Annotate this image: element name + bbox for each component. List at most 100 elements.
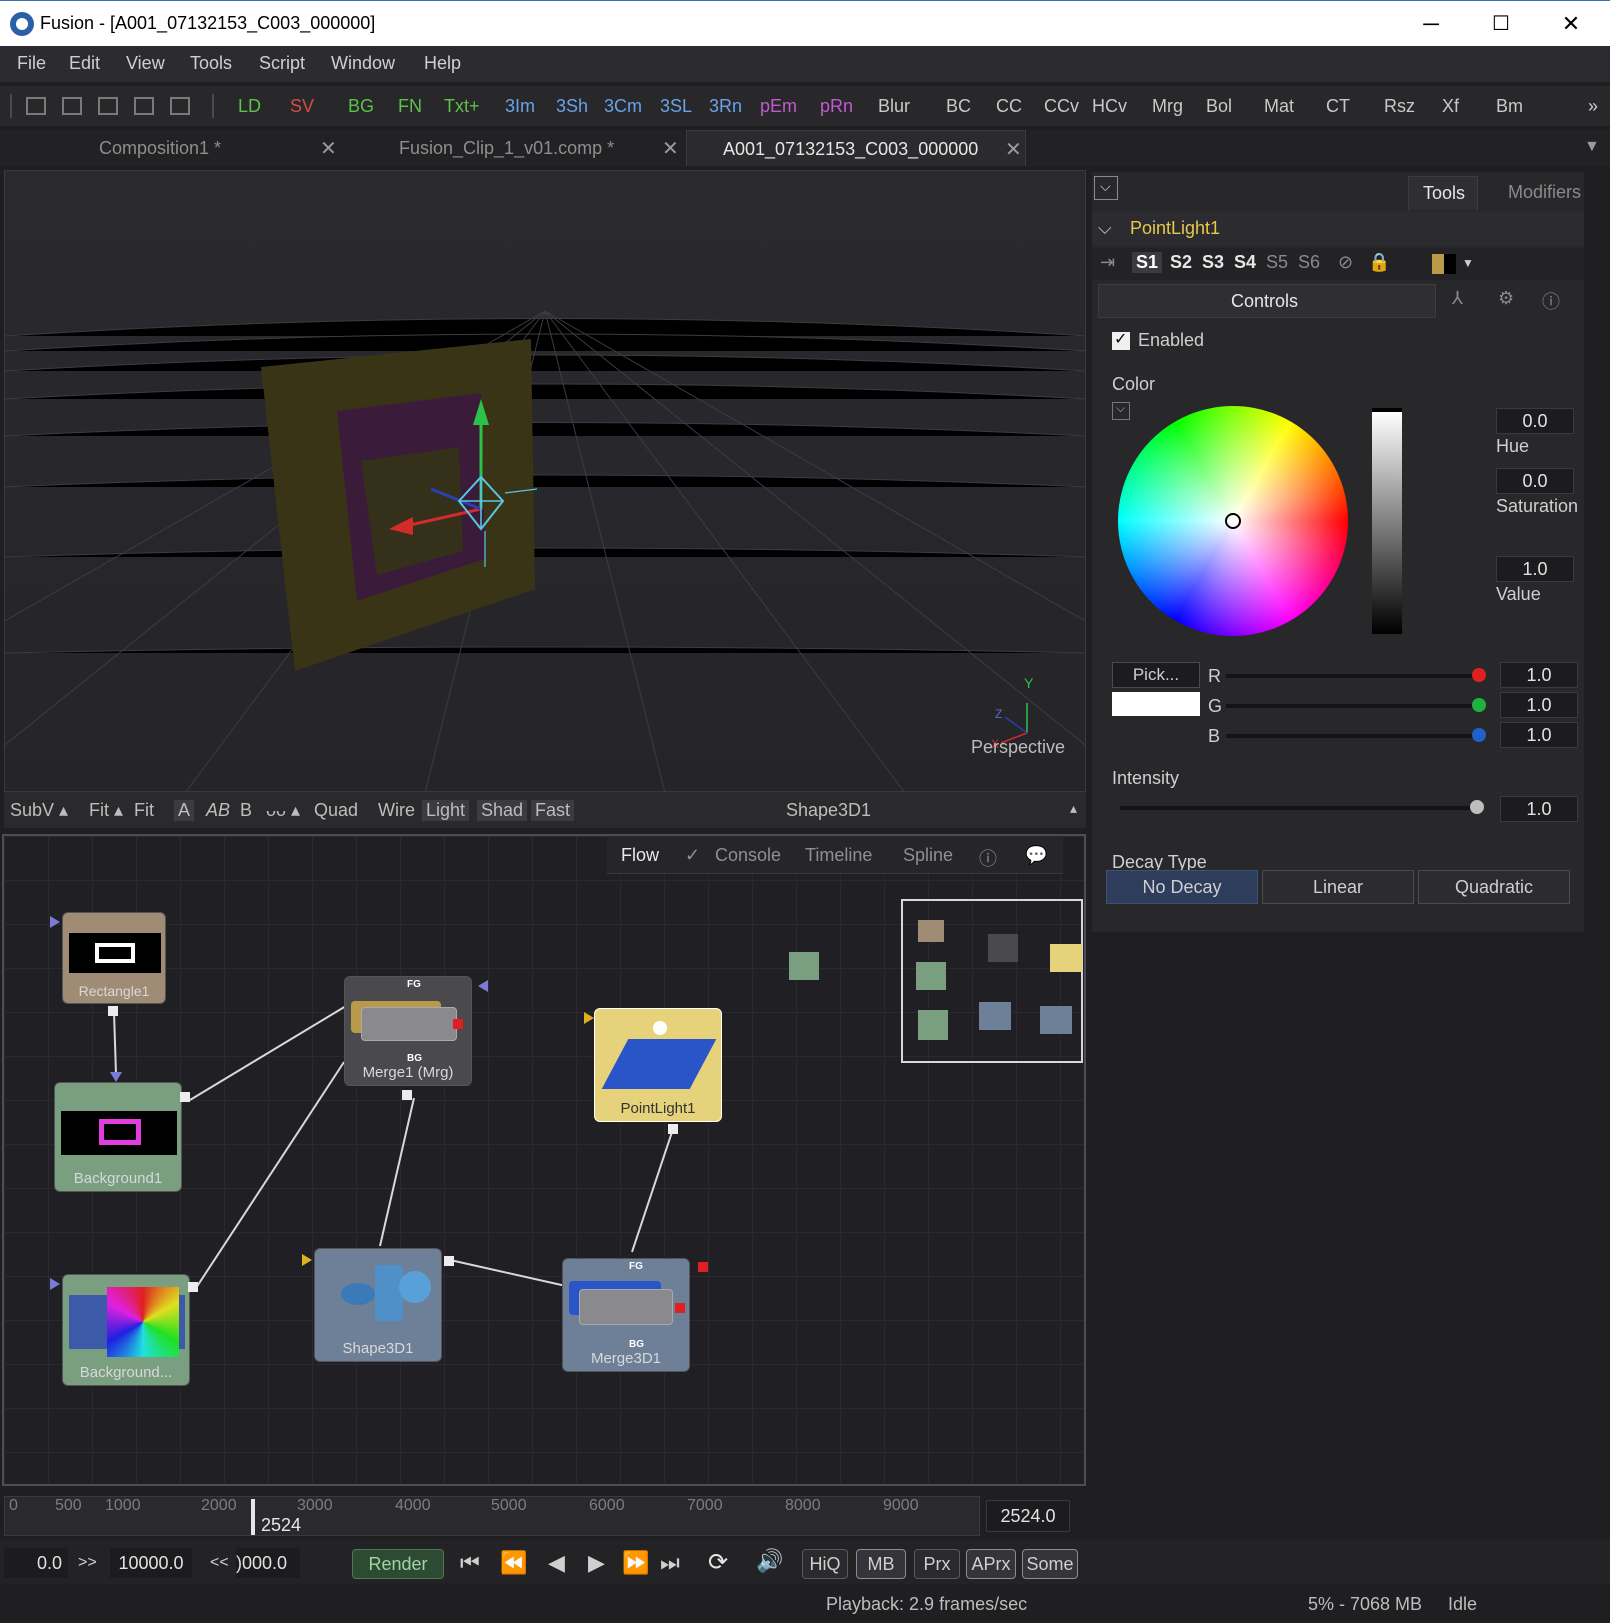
menu-window[interactable]: Window bbox=[331, 53, 395, 74]
tool-particle-emitter-button[interactable]: pEm bbox=[760, 96, 797, 117]
decay-no-decay-button[interactable]: No Decay bbox=[1106, 870, 1258, 904]
step-back-icon[interactable]: ⏪ bbox=[500, 1550, 527, 1576]
quad-button[interactable]: Quad bbox=[314, 800, 358, 821]
render-button[interactable]: Render bbox=[352, 1549, 444, 1579]
tool-brightness-contrast-button[interactable]: BC bbox=[946, 96, 971, 117]
node-merge3d1[interactable]: FG BG Merge3D1 bbox=[562, 1258, 690, 1372]
r-slider-handle[interactable] bbox=[1472, 668, 1486, 682]
hue-input[interactable]: 0.0 bbox=[1496, 408, 1574, 434]
current-time-input[interactable]: 2524.0 bbox=[986, 1500, 1070, 1532]
node-shape3d1[interactable]: Shape3D1 bbox=[314, 1248, 442, 1362]
some-button[interactable]: Some bbox=[1022, 1549, 1078, 1579]
mask-input-icon[interactable] bbox=[50, 1278, 60, 1290]
global-end-input[interactable]: )000.0 bbox=[236, 1548, 300, 1578]
tool-camera-3d-button[interactable]: 3Cm bbox=[604, 96, 642, 117]
global-start-input[interactable]: 0.0 bbox=[4, 1548, 68, 1578]
aprx-button[interactable]: APrx bbox=[966, 1549, 1016, 1579]
saturation-input[interactable]: 0.0 bbox=[1496, 468, 1574, 494]
3d-axis-icon[interactable]: ⅄ bbox=[1452, 288, 1463, 309]
minimize-button[interactable]: ─ bbox=[1406, 9, 1456, 39]
menu-view[interactable]: View bbox=[126, 53, 165, 74]
tool-transform-button[interactable]: Xf bbox=[1442, 96, 1459, 117]
global-end-button[interactable]: << bbox=[210, 1554, 229, 1572]
menu-edit[interactable]: Edit bbox=[69, 53, 100, 74]
3d-viewer[interactable]: Y X Z Perspective bbox=[4, 170, 1086, 792]
tool-matte-control-button[interactable]: Mat bbox=[1264, 96, 1294, 117]
slot-s5[interactable]: S5 bbox=[1266, 252, 1288, 273]
intensity-input[interactable]: 1.0 bbox=[1500, 796, 1578, 822]
fast-button[interactable]: Fast bbox=[531, 800, 575, 821]
slot-s3[interactable]: S3 bbox=[1202, 252, 1224, 273]
output-port[interactable] bbox=[108, 1006, 118, 1016]
output-port[interactable] bbox=[188, 1282, 198, 1292]
hiq-button[interactable]: HiQ bbox=[802, 1549, 848, 1579]
tab-timeline[interactable]: Timeline bbox=[805, 845, 872, 866]
tool-saver-button[interactable]: SV bbox=[290, 96, 314, 117]
tab-tools[interactable]: Tools bbox=[1408, 176, 1478, 210]
pin-icon[interactable]: ⇥ bbox=[1100, 252, 1115, 273]
output-port[interactable] bbox=[444, 1256, 454, 1266]
fit-button[interactable]: Fit bbox=[134, 800, 154, 821]
tab-spline[interactable]: Spline bbox=[903, 845, 953, 866]
tab-menu-icon[interactable]: ▼ bbox=[1584, 138, 1600, 156]
tab-composition1[interactable]: Composition1 * ✕ bbox=[0, 130, 344, 166]
effect-mask-port[interactable] bbox=[453, 1019, 463, 1029]
menu-script[interactable]: Script bbox=[259, 53, 305, 74]
tool-resize-button[interactable]: Rsz bbox=[1384, 96, 1415, 117]
stereo-dropdown[interactable]: ᴗᴗ ▴ bbox=[266, 800, 300, 821]
layout-stack-icon[interactable] bbox=[170, 97, 190, 115]
tab-modifiers[interactable]: Modifiers bbox=[1508, 182, 1581, 203]
tab-flow[interactable]: Flow bbox=[621, 845, 659, 866]
tab-console[interactable]: Console bbox=[715, 845, 781, 866]
prev-frame-icon[interactable]: ◀ bbox=[548, 1550, 565, 1576]
tool-merge-button[interactable]: Mrg bbox=[1152, 96, 1183, 117]
node-background2[interactable]: Background... bbox=[62, 1274, 190, 1386]
mb-button[interactable]: MB bbox=[856, 1549, 906, 1579]
slot-s6[interactable]: S6 bbox=[1298, 252, 1320, 273]
g-slider-handle[interactable] bbox=[1472, 698, 1486, 712]
tab-controls[interactable]: Controls bbox=[1098, 284, 1436, 318]
output-port[interactable] bbox=[668, 1124, 678, 1134]
decay-linear-button[interactable]: Linear bbox=[1262, 870, 1414, 904]
tool-loader-button[interactable]: LD bbox=[238, 96, 261, 117]
tool-background-button[interactable]: BG bbox=[348, 96, 374, 117]
effect-mask-port[interactable] bbox=[675, 1303, 685, 1313]
tool-shape-3d-button[interactable]: 3Sh bbox=[556, 96, 588, 117]
tool-bitmap-button[interactable]: Bol bbox=[1206, 96, 1232, 117]
layout-split-horizontal-icon[interactable] bbox=[98, 97, 118, 115]
go-to-start-icon[interactable]: ⏮ bbox=[460, 1550, 480, 1576]
node-background1[interactable]: Background1 bbox=[54, 1082, 182, 1192]
render-end-input[interactable]: 10000.0 bbox=[110, 1548, 192, 1578]
wire-button[interactable]: Wire bbox=[378, 800, 415, 821]
light-button[interactable]: Light bbox=[422, 800, 470, 821]
close-button[interactable]: ✕ bbox=[1546, 9, 1596, 39]
color-dropdown-icon[interactable]: ▼ bbox=[1462, 256, 1474, 270]
layout-single-icon[interactable] bbox=[26, 97, 46, 115]
menu-help[interactable]: Help bbox=[424, 53, 461, 74]
intensity-slider[interactable] bbox=[1120, 806, 1480, 810]
toolbar-overflow-icon[interactable]: » bbox=[1588, 96, 1598, 117]
flow-editor[interactable]: Rectangle1 Background1 Background... FG … bbox=[2, 834, 1086, 1486]
slot-s4[interactable]: S4 bbox=[1234, 252, 1256, 273]
slot-s1[interactable]: S1 bbox=[1132, 252, 1163, 273]
value-input[interactable]: 1.0 bbox=[1496, 556, 1574, 582]
b-input[interactable]: 1.0 bbox=[1500, 722, 1578, 748]
bypass-icon[interactable]: ⊘ bbox=[1338, 252, 1353, 273]
tool-channel-booleans-button[interactable]: CT bbox=[1326, 96, 1350, 117]
maximize-button[interactable]: ☐ bbox=[1476, 9, 1526, 39]
viewer-options-icon[interactable]: ▴ bbox=[1070, 800, 1077, 817]
r-input[interactable]: 1.0 bbox=[1500, 662, 1578, 688]
text-color-icon[interactable] bbox=[1444, 254, 1456, 274]
menu-file[interactable]: File bbox=[17, 53, 46, 74]
g-input[interactable]: 1.0 bbox=[1500, 692, 1578, 718]
tool-blur-button[interactable]: Blur bbox=[878, 96, 910, 117]
lock-icon[interactable]: 🔒 bbox=[1368, 252, 1390, 273]
tool-fast-noise-button[interactable]: FN bbox=[398, 96, 422, 117]
color-expand-icon[interactable]: ⌵ bbox=[1112, 401, 1130, 420]
tool-image-plane-3d-button[interactable]: 3Im bbox=[505, 96, 535, 117]
tab-a001-clip[interactable]: A001_07132153_C003_000000 ✕ bbox=[686, 130, 1026, 166]
tab-fusion-clip[interactable]: Fusion_Clip_1_v01.comp * ✕ bbox=[344, 130, 684, 166]
b-slider-handle[interactable] bbox=[1472, 728, 1486, 742]
pick-button[interactable]: Pick... bbox=[1112, 662, 1200, 688]
node-rectangle1[interactable]: Rectangle1 bbox=[62, 912, 166, 1004]
